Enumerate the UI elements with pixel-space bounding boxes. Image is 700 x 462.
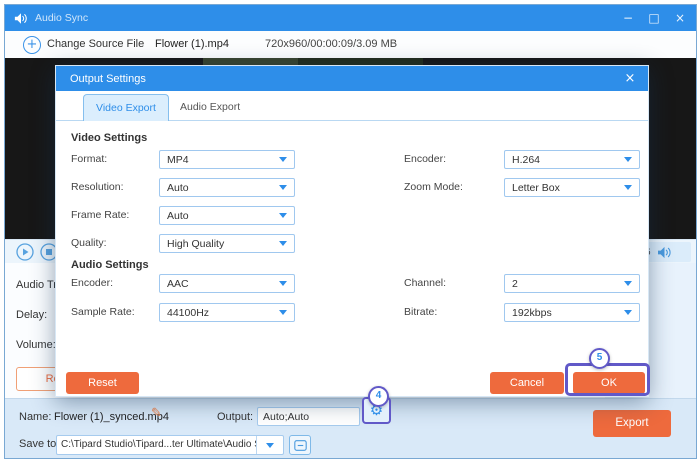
app-speaker-icon <box>14 12 28 25</box>
video-settings-heading: Video Settings <box>71 132 147 144</box>
bitrate-value: 192kbps <box>512 307 624 319</box>
audio-settings-heading: Audio Settings <box>71 259 149 271</box>
quality-value: High Quality <box>167 238 279 250</box>
dialog-tabs: Video Export Audio Export <box>56 91 648 121</box>
encoder-label: Encoder: <box>404 150 446 169</box>
dialog-title: Output Settings <box>70 73 146 85</box>
volume-label: Volume: <box>16 339 56 351</box>
resolution-label: Resolution: <box>71 178 124 197</box>
source-file-info: 720x960/00:00:09/3.09 MB <box>265 31 397 58</box>
step4-badge: 4 <box>368 386 389 407</box>
speaker-icon[interactable] <box>657 246 672 259</box>
output-label: Output: <box>217 407 253 427</box>
edit-name-icon[interactable]: ✎ <box>151 406 162 421</box>
toolbar: + Change Source File Flower (1).mp4 720x… <box>5 31 696 58</box>
chevron-down-icon <box>624 281 632 286</box>
sample-rate-value: 44100Hz <box>167 307 279 319</box>
export-button[interactable]: Export <box>593 410 671 437</box>
bottom-bar: Name: Flower (1)_synced.mp4 ✎ Output: Sa… <box>5 398 696 458</box>
save-to-label: Save to: <box>19 434 59 454</box>
chevron-down-icon <box>279 213 287 218</box>
audio-encoder-value: AAC <box>167 278 279 290</box>
format-select[interactable]: MP4 <box>159 150 295 169</box>
add-file-icon[interactable]: + <box>23 36 41 54</box>
frame-rate-select[interactable]: Auto <box>159 206 295 225</box>
play-icon[interactable] <box>16 243 34 261</box>
save-path-select[interactable]: C:\Tipard Studio\Tipard...ter Ultimate\A… <box>56 435 284 455</box>
zoom-mode-value: Letter Box <box>512 182 624 194</box>
encoder-value: H.264 <box>512 154 624 166</box>
folder-icon <box>294 440 307 451</box>
chevron-down-icon <box>279 241 287 246</box>
dialog-close-icon[interactable]: × <box>622 66 638 91</box>
source-file-name: Flower (1).mp4 <box>155 31 229 58</box>
tab-audio-export[interactable]: Audio Export <box>168 94 252 121</box>
channel-value: 2 <box>512 278 624 290</box>
chevron-down-icon <box>624 157 632 162</box>
chevron-down-icon <box>279 185 287 190</box>
audio-encoder-label: Encoder: <box>71 274 113 293</box>
sample-rate-label: Sample Rate: <box>71 303 135 322</box>
name-label: Name: <box>19 407 51 427</box>
frame-rate-label: Frame Rate: <box>71 206 129 225</box>
chevron-down-icon <box>279 310 287 315</box>
browse-folder-button[interactable] <box>289 435 311 455</box>
quality-select[interactable]: High Quality <box>159 234 295 253</box>
format-label: Format: <box>71 150 107 169</box>
bitrate-label: Bitrate: <box>404 303 437 322</box>
chevron-down-icon <box>624 185 632 190</box>
close-icon[interactable]: × <box>672 5 688 31</box>
frame-rate-value: Auto <box>167 210 279 222</box>
sample-rate-select[interactable]: 44100Hz <box>159 303 295 322</box>
title-bar: Audio Sync − □ × <box>5 5 696 31</box>
output-settings-dialog: Output Settings × Video Export Audio Exp… <box>55 65 649 397</box>
resolution-value: Auto <box>167 182 279 194</box>
output-format-input[interactable] <box>257 407 360 426</box>
encoder-select[interactable]: H.264 <box>504 150 640 169</box>
format-value: MP4 <box>167 154 279 166</box>
bitrate-select[interactable]: 192kbps <box>504 303 640 322</box>
channel-select[interactable]: 2 <box>504 274 640 293</box>
audio-encoder-select[interactable]: AAC <box>159 274 295 293</box>
window-title: Audio Sync <box>35 12 88 24</box>
step5-highlight-rect <box>565 363 650 396</box>
save-path-value: C:\Tipard Studio\Tipard...ter Ultimate\A… <box>57 436 256 454</box>
zoom-mode-select[interactable]: Letter Box <box>504 178 640 197</box>
maximize-icon[interactable]: □ <box>646 5 662 31</box>
chevron-down-icon <box>624 310 632 315</box>
change-source-file-button[interactable]: Change Source File <box>47 31 144 58</box>
dialog-header: Output Settings × <box>56 66 648 91</box>
zoom-mode-label: Zoom Mode: <box>404 178 463 197</box>
minimize-icon[interactable]: − <box>620 5 636 31</box>
reset-button[interactable]: Reset <box>66 372 139 394</box>
channel-label: Channel: <box>404 274 446 293</box>
resolution-select[interactable]: Auto <box>159 178 295 197</box>
chevron-down-icon <box>279 281 287 286</box>
delay-label: Delay: <box>16 309 47 321</box>
chevron-down-icon <box>279 157 287 162</box>
cancel-button[interactable]: Cancel <box>490 372 564 394</box>
tab-video-export[interactable]: Video Export <box>83 94 169 121</box>
chevron-down-icon <box>266 443 274 448</box>
quality-label: Quality: <box>71 234 107 253</box>
step5-badge: 5 <box>589 348 610 369</box>
